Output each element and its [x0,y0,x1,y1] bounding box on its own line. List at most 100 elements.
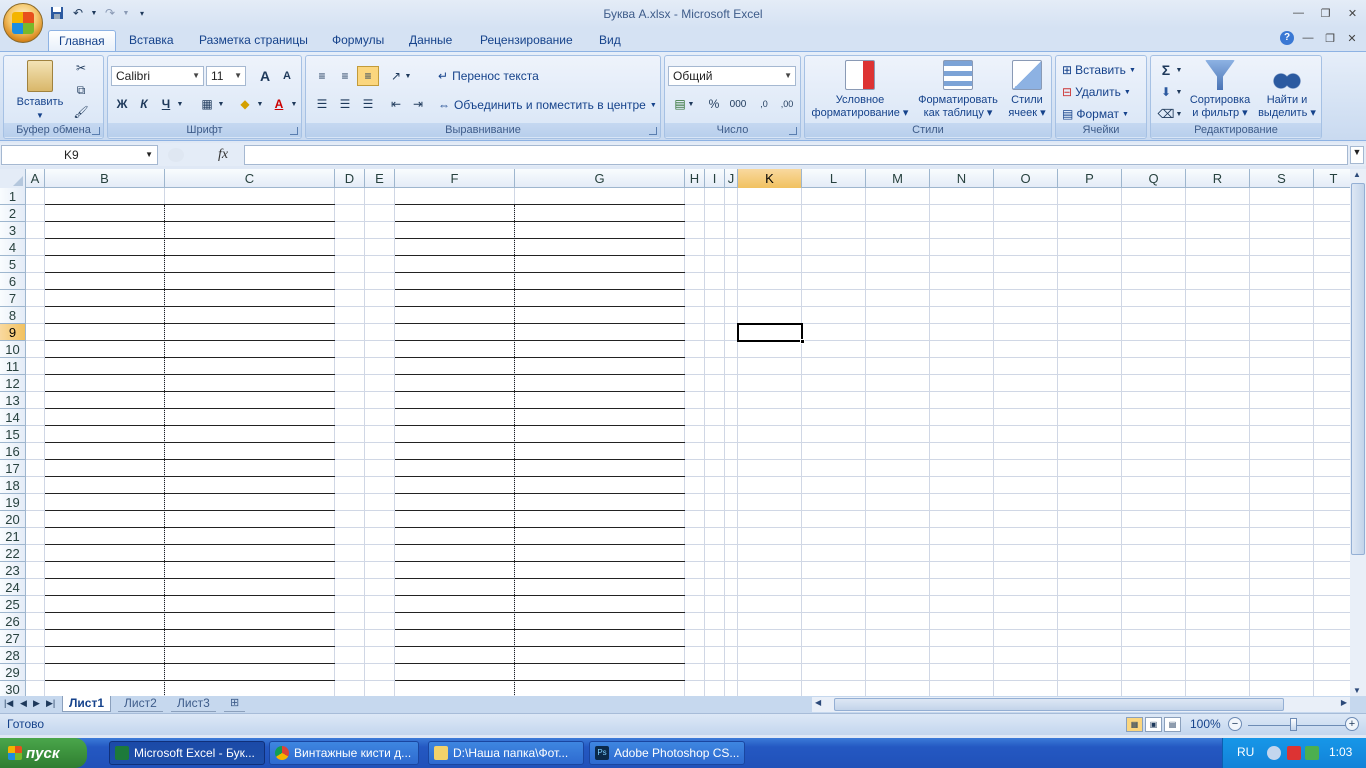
prev-sheet-icon[interactable]: ◀ [20,698,27,709]
sheet-tab-1[interactable]: Лист1 [62,696,112,712]
insert-function-icon[interactable]: fx [218,147,228,163]
zoom-level[interactable]: 100% [1190,717,1221,731]
increase-decimal-button[interactable]: ,0 [753,94,775,114]
column-header-q[interactable]: Q [1122,169,1186,188]
row-header-29[interactable]: 29 [0,664,26,681]
row-header-12[interactable]: 12 [0,375,26,392]
sheet-tab-3[interactable]: Лист3 [171,696,216,712]
font-size-combo[interactable]: 11 ▼ [206,66,246,86]
expand-formula-bar-icon[interactable]: ▼ [1350,146,1364,164]
underline-dropdown-icon[interactable]: ▼ [174,94,186,114]
row-header-7[interactable]: 7 [0,290,26,307]
column-header-t[interactable]: T [1314,169,1350,188]
row-header-9[interactable]: 9 [0,324,26,341]
minimize-button[interactable]: — [1285,0,1312,26]
normal-view-icon[interactable]: ▦ [1126,717,1143,732]
conditional-formatting-button[interactable]: Условное форматирование ▾ [807,60,913,120]
tab-view[interactable]: Вид [589,30,631,51]
insert-cells-button[interactable]: ⊞ Вставить ▼ [1062,60,1136,80]
column-header-c[interactable]: C [165,169,335,188]
row-header-28[interactable]: 28 [0,647,26,664]
fill-handle[interactable] [800,339,805,344]
sort-filter-button[interactable]: Сортировка и фильтр ▾ [1185,60,1255,120]
column-header-k[interactable]: K [738,169,802,188]
tab-home[interactable]: Главная [48,30,116,51]
scroll-up-icon[interactable]: ▲ [1353,170,1361,179]
percent-button[interactable]: % [703,94,725,114]
align-left-icon[interactable]: ☰ [311,94,333,114]
currency-dropdown-icon[interactable]: ▼ [685,94,697,114]
column-header-h[interactable]: H [685,169,705,188]
fill-color-dropdown-icon[interactable]: ▼ [254,94,266,114]
row-header-21[interactable]: 21 [0,528,26,545]
column-header-r[interactable]: R [1186,169,1250,188]
delete-cells-button[interactable]: ⊟ Удалить ▼ [1062,82,1131,102]
zoom-out-button[interactable]: − [1228,717,1242,731]
row-header-11[interactable]: 11 [0,358,26,375]
italic-button[interactable]: К [133,94,155,114]
align-center-icon[interactable]: ☰ [334,94,356,114]
first-sheet-icon[interactable]: |◀ [4,698,13,709]
borders-dropdown-icon[interactable]: ▼ [215,94,227,114]
row-header-25[interactable]: 25 [0,596,26,613]
row-header-1[interactable]: 1 [0,188,26,205]
column-header-o[interactable]: O [994,169,1058,188]
orientation-dropdown-icon[interactable]: ▼ [402,66,414,86]
task-photoshop[interactable]: Ps Adobe Photoshop CS... [589,741,745,765]
task-excel[interactable]: Microsoft Excel - Бук... [109,741,265,765]
fill-dropdown-icon[interactable]: ▼ [1173,82,1185,102]
bold-button[interactable]: Ж [111,94,133,114]
row-header-17[interactable]: 17 [0,460,26,477]
tab-review[interactable]: Рецензирование [470,30,583,51]
row-header-23[interactable]: 23 [0,562,26,579]
vertical-scrollbar[interactable]: ▲ ▼ [1350,169,1366,696]
format-painter-icon[interactable]: 🖌 [70,102,92,122]
wrap-text-button[interactable]: ↵ Перенос текста [438,67,539,85]
row-header-3[interactable]: 3 [0,222,26,239]
column-header-p[interactable]: P [1058,169,1122,188]
workbook-minimize-button[interactable]: — [1300,30,1316,46]
column-header-n[interactable]: N [930,169,994,188]
active-cell[interactable] [737,323,805,344]
workbook-restore-button[interactable]: ❐ [1322,30,1338,46]
task-chrome[interactable]: Винтажные кисти д... [269,741,419,765]
next-sheet-icon[interactable]: ▶ [33,698,40,709]
row-header-2[interactable]: 2 [0,205,26,222]
align-top-icon[interactable]: ≡ [311,66,333,86]
font-color-dropdown-icon[interactable]: ▼ [288,94,300,114]
spreadsheet-grid[interactable]: ABCDEFGHIJKLMNOPQRST 1 2 3 4 5 6 7 8 9 10 11 12 13 14… [0,169,1350,696]
merge-center-button[interactable]: ⇔ Объединить и поместить в центре ▼ [438,96,657,114]
row-header-15[interactable]: 15 [0,426,26,443]
grow-font-button[interactable]: A [254,66,276,86]
row-header-10[interactable]: 10 [0,341,26,358]
row-header-19[interactable]: 19 [0,494,26,511]
start-button[interactable]: пуск [0,738,87,768]
vertical-scroll-thumb[interactable] [1351,183,1365,555]
zoom-slider-thumb[interactable] [1290,718,1297,731]
column-header-j[interactable]: J [725,169,738,188]
clipboard-launcher-icon[interactable] [92,127,100,135]
horizontal-scrollbar[interactable]: ◀ ▶ [812,697,1350,712]
page-layout-view-icon[interactable]: ▣ [1145,717,1162,732]
row-header-20[interactable]: 20 [0,511,26,528]
insert-sheet-icon[interactable]: ⊞ [224,696,246,712]
row-header-27[interactable]: 27 [0,630,26,647]
cell-styles-button[interactable]: Стили ячеек ▾ [1003,60,1051,120]
help-icon[interactable]: ? [1280,31,1294,45]
download-icon[interactable] [1305,746,1319,760]
back-icon[interactable] [1267,746,1281,760]
last-sheet-icon[interactable]: ▶| [46,698,55,709]
tab-data[interactable]: Данные [399,30,462,51]
number-launcher-icon[interactable] [789,127,797,135]
tab-page-layout[interactable]: Разметка страницы [189,30,318,51]
column-header-s[interactable]: S [1250,169,1314,188]
close-button[interactable]: ✕ [1339,0,1366,26]
fill-color-icon[interactable]: ◆ [234,94,256,114]
language-indicator[interactable]: RU [1237,745,1254,759]
decrease-indent-icon[interactable]: ⇤ [385,94,407,114]
column-header-e[interactable]: E [365,169,395,188]
row-header-4[interactable]: 4 [0,239,26,256]
find-select-button[interactable]: Найти и выделить ▾ [1255,60,1319,120]
row-header-26[interactable]: 26 [0,613,26,630]
clear-dropdown-icon[interactable]: ▼ [1173,104,1185,124]
